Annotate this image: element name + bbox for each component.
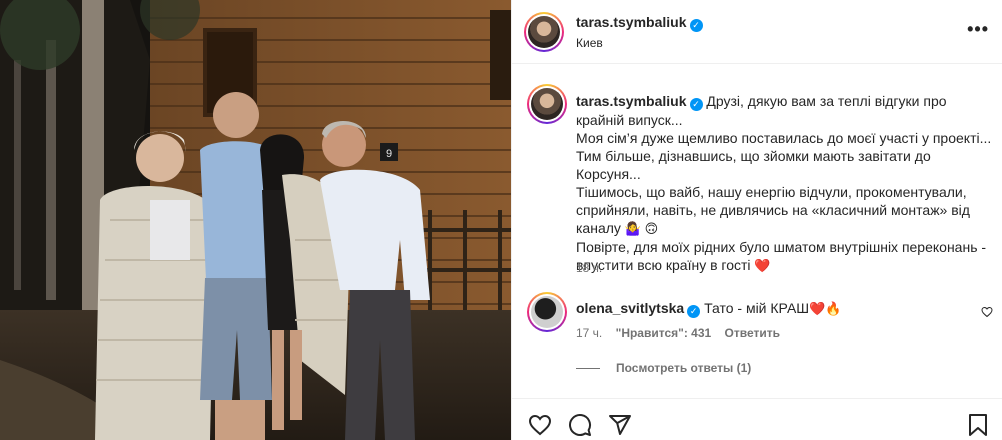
house-number: 9 [386,148,392,160]
bookmark-icon[interactable] [967,413,989,440]
caption-line-5: Повірте, для моїх рідних було шматом вну… [576,239,987,273]
post-action-bar [512,398,1002,440]
heart-fire-emoji-icon: ❤️🔥 [809,301,842,316]
caption-avatar[interactable] [527,84,567,124]
verified-icon: ✓ [687,305,701,318]
photo-illustration: 9 [0,0,511,440]
view-replies-button[interactable]: Посмотреть ответы (1) [576,361,751,375]
comment-timestamp[interactable]: 17 ч. [576,326,602,340]
author-username-text[interactable]: taras.tsymbaliuk [576,14,687,30]
verified-icon: ✓ [689,19,703,32]
caption-line-3: Тим більше, дізнавшись, що зйомки мають … [576,148,931,182]
reply-button[interactable]: Ответить [725,326,780,340]
caption-text: taras.tsymbaliuk ✓ Друзі, дякую вам за те… [576,92,996,275]
author-avatar[interactable] [524,12,564,52]
replies-divider [576,368,600,370]
caption-author[interactable]: taras.tsymbaliuk [576,93,687,109]
heart-icon[interactable] [528,413,552,440]
commenter-username[interactable]: olena_svitlytska [576,300,684,316]
heart-emoji-icon: ❤️ [754,258,771,273]
comment-text: Тато - мій КРАШ [704,300,810,316]
more-icon[interactable]: ••• [967,20,989,38]
comment-body: olena_svitlytska ✓ Тато - мій КРАШ❤️🔥 [576,300,966,318]
comment-likes[interactable]: "Нравится": 431 [616,326,712,340]
commenter-avatar[interactable] [527,292,567,332]
author-username[interactable]: taras.tsymbaliuk ✓ [576,14,703,32]
comment-icon[interactable] [568,413,592,440]
caption-line-2: Моя сім’я дуже щемливо поставилась до мо… [576,130,992,146]
caption-timestamp[interactable]: 18 ч. [576,261,602,275]
comment-like-heart-icon[interactable] [981,306,993,321]
post-header: taras.tsymbaliuk ✓ Киев ••• [512,0,1002,64]
verified-icon: ✓ [689,98,703,111]
view-replies-label[interactable]: Посмотреть ответы (1) [616,361,751,375]
shrug-emoji-icon: 🤷‍♀️ 🙃 [624,221,659,236]
comment-meta: 17 ч. "Нравится": 431 Ответить [576,326,790,340]
post-photo[interactable]: 9 [0,0,511,440]
post-panel: taras.tsymbaliuk ✓ Киев ••• taras.tsymbal… [511,0,1002,440]
post-location[interactable]: Киев [576,36,603,50]
share-icon[interactable] [608,413,632,440]
